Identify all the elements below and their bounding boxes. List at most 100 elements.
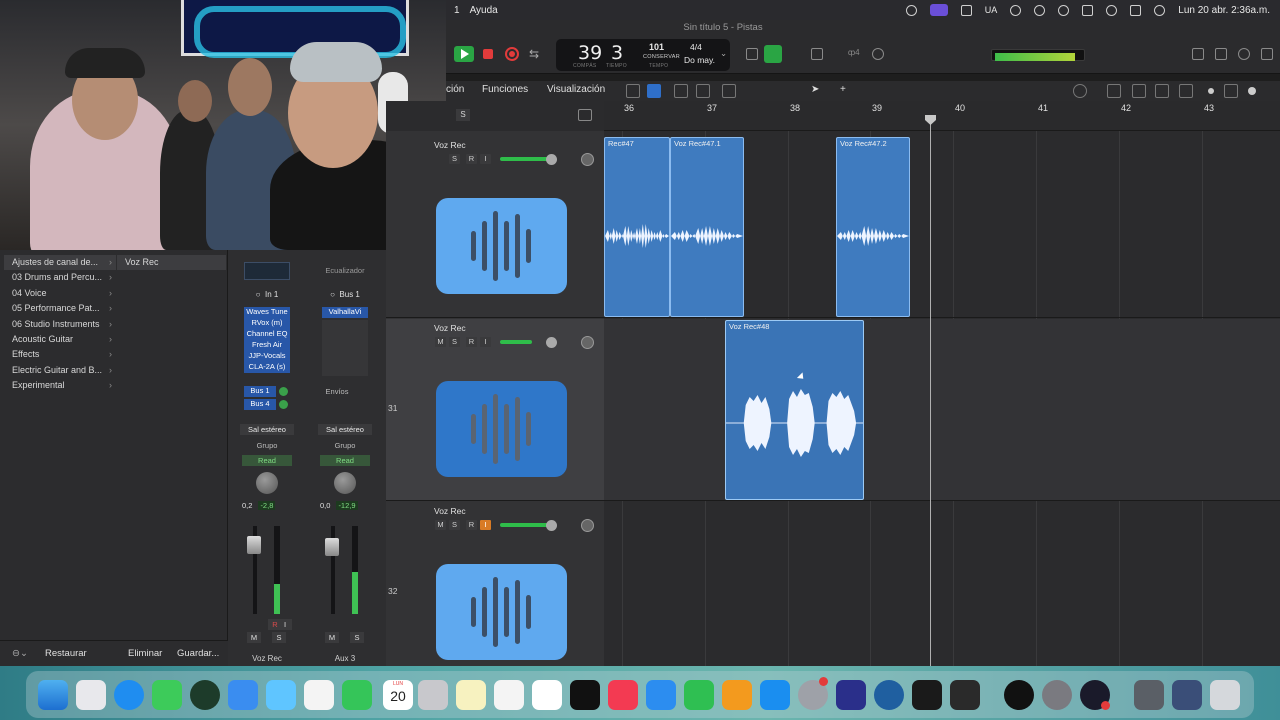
obs-icon[interactable] [1004,680,1034,710]
freeform-icon[interactable] [532,680,562,710]
calendar-icon[interactable]: LUN 20 [383,680,413,710]
play-button[interactable] [454,46,474,62]
mute-button[interactable]: M [435,337,446,347]
reminders-icon[interactable] [494,680,524,710]
metronome-icon[interactable] [872,48,884,60]
input-monitor-button[interactable]: I [278,619,292,630]
input-monitor-button[interactable]: I [480,337,491,347]
library-item[interactable]: 03 Drums and Percu... › [4,270,116,285]
pan-knob[interactable] [334,472,356,494]
menu-help[interactable]: Ayuda [470,5,498,16]
input-language[interactable]: UA [985,5,998,15]
automation-icon[interactable] [674,84,688,98]
control-center-icon[interactable] [1130,4,1142,16]
audio-region[interactable]: Voz Rec#47.1 [670,137,744,317]
empty-plugin-area[interactable] [322,320,368,376]
library-item[interactable]: Experimental › [4,378,116,393]
volume-slider[interactable] [500,523,552,527]
mute-button[interactable]: M [247,632,261,643]
snap-icon[interactable] [1073,84,1087,98]
plugin-slot[interactable]: RVox (m) [244,318,290,329]
plugin-slot[interactable]: JJP-Vocals [244,351,290,362]
automation-mode[interactable]: Read [242,455,292,466]
menubar-clock[interactable]: Lun 20 abr. 2:36a.m. [1178,5,1270,16]
messages-icon[interactable] [152,680,182,710]
restore-button[interactable]: Restaurar [45,648,87,659]
mute-button[interactable]: M [325,632,339,643]
plugin-slot[interactable]: CLA-2A (s) [244,362,290,373]
input-monitor-button[interactable]: I [480,520,491,530]
volume-fader[interactable] [325,538,339,556]
plugin-slot[interactable]: Fresh Air [244,340,290,351]
input-monitor-button[interactable]: I [480,154,491,164]
volume-slider[interactable] [500,157,552,161]
app-store-icon[interactable] [760,680,790,710]
iphone-mirroring-icon[interactable] [836,680,866,710]
library-item[interactable]: Electric Guitar and B... › [4,363,116,378]
playhead[interactable] [930,115,931,666]
track-header[interactable]: 32 Voz Rec M S R I [386,502,604,684]
audio-region[interactable]: Voz Rec#47.2 [836,137,910,317]
browser-icon[interactable] [1261,48,1273,60]
action-menu-icon[interactable]: ⊖⌄ [12,648,28,659]
volume-slider-knob[interactable] [546,520,557,531]
volume-slider-knob[interactable] [546,337,557,348]
input-slot[interactable]: ○ In 1 [244,289,290,301]
count-in[interactable]: ȹ4 [848,48,860,57]
list-icon[interactable] [1192,48,1204,60]
finder-icon[interactable] [38,680,68,710]
pages-icon[interactable] [722,680,752,710]
mail-icon[interactable] [228,680,258,710]
disk-utility-icon[interactable] [1042,680,1072,710]
horizontal-zoom-knob[interactable] [1248,87,1256,95]
pan-knob[interactable] [581,336,594,349]
cycle-icon[interactable]: ⇆ [529,47,543,61]
mute-button[interactable]: M [435,520,446,530]
tuner-icon[interactable] [746,48,758,60]
menu-view[interactable]: Visualización [547,84,605,95]
track-name[interactable]: Voz Rec [434,323,466,333]
screen-share-icon[interactable] [929,4,948,16]
maps-icon[interactable] [266,680,296,710]
tracks-area[interactable]: 36 37 38 39 40 41 42 43 Rec#47 Voz Rec#4… [604,101,1280,666]
xbox-icon[interactable] [190,680,220,710]
solo-button[interactable]: S [449,337,460,347]
track-lane[interactable]: Rec#47 Voz Rec#47.1 Voz Rec#47.2 [604,136,1280,318]
add-track-icon[interactable] [578,109,592,121]
lcd-tempo[interactable]: 101 [649,42,664,52]
volume-slider-knob[interactable] [546,154,557,165]
library-item[interactable]: Effects › [4,347,116,362]
solo-button[interactable]: S [449,520,460,530]
facetime-icon[interactable] [342,680,372,710]
creative-cloud-icon[interactable] [905,4,917,16]
track-lane[interactable] [604,502,1280,684]
music-icon[interactable] [608,680,638,710]
pencil-icon[interactable] [790,48,802,60]
send-level-knob[interactable] [279,400,288,409]
siri-icon[interactable] [1154,4,1166,16]
pan-knob[interactable] [581,519,594,532]
track-name[interactable]: Voz Rec [434,140,466,150]
launchpad-icon[interactable] [76,680,106,710]
recent-folder-icon[interactable] [1134,680,1164,710]
trash-icon[interactable] [1210,680,1240,710]
plugin-slot[interactable]: Waves Tune [244,307,290,318]
fit-icon[interactable] [1132,84,1146,98]
group-slot[interactable]: Grupo [306,441,384,450]
final-cut-icon[interactable] [950,680,980,710]
vertical-zoom-icon[interactable] [1179,84,1193,98]
library-item[interactable]: Acoustic Guitar › [4,332,116,347]
ruler[interactable]: 36 37 38 39 40 41 42 43 [604,101,1280,131]
library-sub-item[interactable]: Voz Rec [117,255,226,270]
volume-slider[interactable] [500,340,532,344]
track-header[interactable]: 31 Voz Rec M S R I [386,319,604,501]
library-item[interactable]: 05 Performance Pat... › [4,301,116,316]
lcd-time-signature[interactable]: 4/4 [690,42,702,52]
output-slot[interactable]: Sal estéreo [240,424,294,435]
collapse-icon[interactable] [1155,84,1169,98]
audio-region[interactable]: Rec#47 [604,137,670,317]
record-enable-button[interactable]: R [466,337,477,347]
notes-icon[interactable] [456,680,486,710]
audio-app-icon[interactable] [874,680,904,710]
search-icon[interactable] [1106,4,1118,16]
